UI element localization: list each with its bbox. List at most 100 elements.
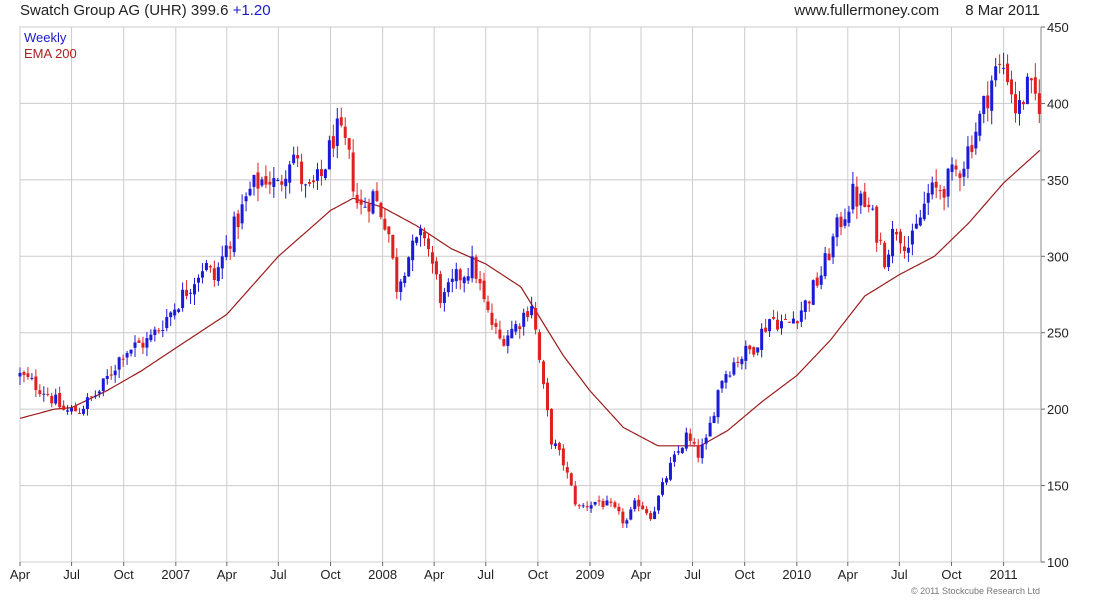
- candle-up: [653, 511, 657, 519]
- candle-up: [926, 193, 930, 203]
- candle-down: [34, 376, 38, 391]
- candle-down: [883, 242, 887, 268]
- candle-up: [252, 175, 256, 187]
- candle-down: [331, 136, 335, 149]
- candle-down: [688, 433, 692, 441]
- x-tick-label: Oct: [941, 567, 962, 582]
- candle-down: [565, 467, 569, 473]
- x-tick-label: Apr: [631, 567, 652, 582]
- candle-up: [768, 319, 772, 332]
- candle-down: [296, 155, 300, 159]
- candle-up: [914, 223, 918, 229]
- candle-down: [141, 342, 145, 348]
- candle-down: [557, 443, 561, 450]
- candle-up: [633, 500, 637, 510]
- candle-up: [85, 397, 89, 409]
- candle-down: [458, 269, 462, 281]
- x-tick-label: Apr: [424, 567, 445, 582]
- candle-up: [974, 131, 978, 149]
- candle-up: [684, 432, 688, 449]
- candle-up: [113, 370, 117, 376]
- candle-up: [105, 375, 109, 379]
- website-link[interactable]: www.fullermoney.com: [794, 2, 939, 19]
- candle-up: [204, 262, 208, 270]
- candle-up: [704, 437, 708, 444]
- candle-up: [462, 277, 466, 284]
- candle-down: [228, 246, 232, 249]
- candle-down: [752, 347, 756, 355]
- candle-down: [212, 268, 216, 281]
- y-tick-label: 150: [1047, 479, 1069, 494]
- candle-up: [918, 217, 922, 226]
- candle-up: [506, 335, 510, 346]
- candle-up: [454, 269, 458, 282]
- candle-down: [256, 172, 260, 189]
- candle-up: [950, 164, 954, 172]
- candle-down: [490, 312, 494, 325]
- candle-down: [383, 218, 387, 230]
- candle-down: [280, 181, 284, 185]
- candle-up: [791, 318, 795, 324]
- candle-down: [938, 190, 942, 192]
- candle-up: [605, 500, 609, 506]
- x-tick-label: 2011: [990, 567, 1018, 582]
- candle-down: [482, 280, 486, 300]
- x-tick-label: 2008: [368, 567, 397, 582]
- candle-down: [561, 448, 565, 466]
- candle-down: [815, 277, 819, 286]
- candle-down: [74, 405, 78, 412]
- candle-down: [609, 501, 613, 503]
- candle-down: [236, 213, 240, 228]
- candle-up: [906, 247, 910, 253]
- candle-up: [803, 300, 807, 313]
- candle-up: [847, 211, 851, 223]
- x-tick-label: Oct: [528, 567, 549, 582]
- candle-down: [942, 188, 946, 198]
- candle-down: [185, 289, 189, 296]
- candle-down: [1006, 63, 1010, 83]
- candle-down: [438, 274, 442, 303]
- x-tick-label: Apr: [217, 567, 238, 582]
- candle-up: [450, 278, 454, 282]
- candle-up: [510, 328, 514, 339]
- candle-up: [125, 353, 129, 358]
- candle-up: [323, 169, 327, 179]
- candle-up: [165, 316, 169, 329]
- candle-up: [922, 203, 926, 220]
- candle-down: [427, 238, 431, 250]
- candle-down: [423, 231, 427, 239]
- candle-up: [700, 444, 704, 459]
- candle-down: [502, 339, 506, 346]
- legend-ema: EMA 200: [24, 46, 77, 61]
- candle-up: [799, 310, 803, 322]
- candle-down: [902, 246, 906, 251]
- candle-up: [129, 349, 133, 354]
- candle-up: [514, 324, 518, 332]
- candle-up: [117, 357, 121, 370]
- candle-up: [101, 378, 105, 391]
- candle-up: [760, 328, 764, 350]
- candle-down: [898, 231, 902, 244]
- candle-down: [855, 186, 859, 207]
- candle-down: [764, 327, 768, 332]
- candle-up: [18, 372, 22, 377]
- candle-down: [748, 345, 752, 350]
- candle-up: [668, 462, 672, 480]
- candle-up: [629, 509, 633, 520]
- candle-down: [613, 502, 617, 508]
- candle-up: [446, 282, 450, 293]
- candle-down: [494, 323, 498, 327]
- copyright-text: © 2011 Stockcube Research Ltd: [910, 586, 1040, 596]
- candle-down: [486, 301, 490, 311]
- candle-up: [553, 443, 557, 447]
- y-tick-label: 100: [1047, 555, 1069, 570]
- candle-up: [240, 204, 244, 224]
- candle-down: [208, 266, 212, 268]
- candle-down: [264, 176, 268, 185]
- candle-down: [549, 408, 553, 445]
- candle-up: [97, 391, 101, 394]
- candle-up: [169, 312, 173, 318]
- candle-up: [680, 447, 684, 454]
- x-tick-label: Jul: [477, 567, 494, 582]
- candle-up: [581, 505, 585, 507]
